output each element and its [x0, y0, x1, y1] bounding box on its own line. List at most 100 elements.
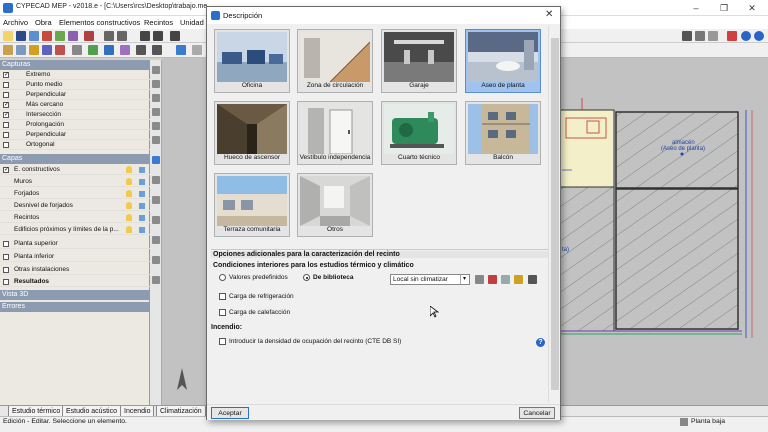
results-checkbox[interactable] [3, 279, 9, 285]
current-floor[interactable]: Planta baja [691, 418, 725, 425]
new-file-icon[interactable] [3, 31, 13, 41]
maximize-button[interactable]: ❐ [714, 2, 734, 14]
capture-row[interactable]: Perpendicular [0, 90, 150, 101]
capture-checkbox[interactable]: ✓ [3, 102, 9, 108]
vtool-10-icon[interactable] [152, 216, 160, 224]
vtool-4-icon[interactable] [152, 108, 160, 116]
capture-row[interactable]: ✓ Extremo [0, 70, 150, 81]
room-type-vestibulo-independencia[interactable]: Vestíbulo independencia [297, 101, 373, 165]
visibility-bulb-icon[interactable] [126, 202, 132, 209]
help-icon[interactable]: ? [536, 338, 545, 347]
layer-row[interactable]: ✓ E. constructivos [0, 165, 150, 176]
undo-icon[interactable] [104, 31, 114, 41]
info-icon[interactable] [754, 31, 764, 41]
heating-checkbox[interactable] [219, 309, 226, 316]
capture-checkbox[interactable] [3, 92, 9, 98]
vtool-2-icon[interactable] [152, 80, 160, 88]
edit-tool-6-icon[interactable] [72, 45, 82, 55]
layer-row[interactable]: Recintos [0, 213, 150, 224]
layer-icon[interactable] [139, 203, 145, 209]
layer-icon[interactable] [139, 215, 145, 221]
capture-checkbox[interactable] [3, 132, 9, 138]
capture-checkbox[interactable] [3, 142, 9, 148]
capture-checkbox[interactable]: ✓ [3, 72, 9, 78]
settings-icon[interactable] [708, 31, 718, 41]
vtool-13-icon[interactable] [152, 276, 160, 284]
layer-icon[interactable] [139, 167, 145, 173]
floor-select-icon[interactable] [153, 31, 163, 41]
layer-row[interactable]: Muros [0, 177, 150, 188]
vtool-3-icon[interactable] [152, 94, 160, 102]
floor-down-icon[interactable] [170, 31, 180, 41]
cooling-checkbox[interactable] [219, 293, 226, 300]
capture-row[interactable]: Ortogonal [0, 140, 150, 151]
room-type-oficina[interactable]: Oficina [214, 29, 290, 93]
edit-tool-11-icon[interactable] [152, 45, 162, 55]
edit-tool-9-icon[interactable] [120, 45, 130, 55]
help-icon[interactable] [741, 31, 751, 41]
capture-row[interactable]: ✓ Intersección [0, 110, 150, 121]
room-type-balcon[interactable]: Balcón [465, 101, 541, 165]
vtool-11-icon[interactable] [152, 236, 160, 244]
capture-checkbox[interactable] [3, 82, 9, 88]
radio-predefined[interactable] [219, 274, 226, 281]
edit-tool-10-icon[interactable] [136, 45, 146, 55]
room-type-garaje[interactable]: Garaje [381, 29, 457, 93]
magnet-icon[interactable] [84, 31, 94, 41]
print-preview-icon[interactable] [695, 31, 705, 41]
accept-button[interactable]: Aceptar [211, 407, 249, 419]
edit-tool-1-icon[interactable] [3, 45, 13, 55]
menu-elementos-constructivos[interactable]: Elementos constructivos [59, 18, 140, 27]
vtool-7-icon[interactable] [152, 156, 160, 164]
capturas-header[interactable]: Capturas [0, 60, 150, 70]
export-icon[interactable] [42, 31, 52, 41]
vtool-1-icon[interactable] [152, 66, 160, 74]
room-type-terraza-comunitaria[interactable]: Terraza comunitaria [214, 173, 290, 237]
room-type-otros[interactable]: Otros [297, 173, 373, 237]
visibility-bulb-icon[interactable] [126, 226, 132, 233]
room-type-cuarto-tecnico[interactable]: Cuarto técnico [381, 101, 457, 165]
capture-checkbox[interactable]: ✓ [3, 112, 9, 118]
tools-icon[interactable] [727, 31, 737, 41]
vista3d-header[interactable]: Vista 3D [0, 290, 150, 300]
menu-unidad[interactable]: Unidad [180, 18, 204, 27]
menu-recintos[interactable]: Recintos [144, 18, 173, 27]
tool-icon[interactable] [68, 31, 78, 41]
vtool-5-icon[interactable] [152, 122, 160, 130]
vtool-12-icon[interactable] [152, 256, 160, 264]
plant-row[interactable]: Planta inferior [0, 252, 150, 263]
vtool-6-icon[interactable] [152, 136, 160, 144]
import-library-icon[interactable] [514, 275, 523, 284]
close-window-button[interactable]: ✕ [742, 2, 762, 14]
results-row[interactable]: Resultados [0, 277, 150, 288]
cancel-button[interactable]: Cancelar [519, 407, 555, 419]
edit-tool-13-icon[interactable] [192, 45, 202, 55]
plant-checkbox[interactable] [3, 241, 9, 247]
layer-row[interactable]: Edificios próximos y límites de la p... [0, 225, 150, 236]
menu-obra[interactable]: Obra [35, 18, 52, 27]
layer-row[interactable]: Forjados [0, 189, 150, 200]
scrollbar-thumb[interactable] [551, 38, 559, 390]
edit-tool-5-icon[interactable] [55, 45, 65, 55]
room-hatched-left[interactable] [559, 186, 615, 332]
print-icon[interactable] [29, 31, 39, 41]
floor-up-icon[interactable] [140, 31, 150, 41]
layer-icon[interactable] [139, 191, 145, 197]
capture-checkbox[interactable] [3, 122, 9, 128]
edit-tool-4-icon[interactable] [42, 45, 52, 55]
minimize-button[interactable]: – [686, 2, 706, 14]
copy-icon[interactable] [501, 275, 510, 284]
plant-row[interactable]: Planta superior [0, 239, 150, 250]
plant-row[interactable]: Otras instalaciones [0, 265, 150, 276]
view-3d-icon[interactable] [682, 31, 692, 41]
capas-header[interactable]: Capas [0, 154, 150, 164]
capture-row[interactable]: Perpendicular [0, 130, 150, 141]
layer-row[interactable]: Desnivel de forjados [0, 201, 150, 212]
vtool-8-icon[interactable] [152, 176, 160, 184]
capture-row[interactable]: Prolongación [0, 120, 150, 131]
edit-tool-12-icon[interactable] [176, 45, 186, 55]
redo-icon[interactable] [117, 31, 127, 41]
library-select[interactable]: Local sin climatizar ▾ [390, 274, 470, 285]
capture-row[interactable]: ✓ Más cercano [0, 100, 150, 111]
edit-tool-2-icon[interactable] [16, 45, 26, 55]
